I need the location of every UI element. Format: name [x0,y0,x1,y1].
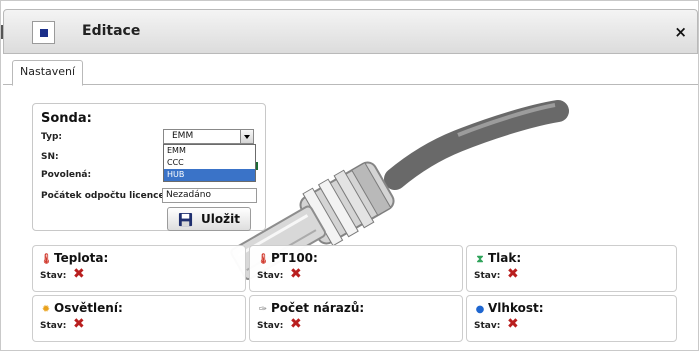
license-start-label: Počátek odpočtu licence: [41,191,169,201]
edit-dialog: Editace × Nastavení Sonda: Typ: EMM EMM … [0,0,699,351]
sensor-title: ✑ Počet nárazů: [258,301,365,315]
sensor-state-label: Stav: [40,321,67,331]
type-select[interactable]: EMM [163,129,254,144]
sensor-state-label: Stav: [474,321,501,331]
allowed-label: Povolená: [41,170,92,180]
probe-title: Sonda: [41,111,92,126]
dialog-title: Editace [82,23,141,39]
probe-panel: Sonda: Typ: EMM EMM CCC HUB SN: Povolená… [32,103,266,231]
sensor-title: ● Vlhkost: [475,301,544,315]
type-options-list[interactable]: EMM CCC HUB [163,144,256,182]
sensor-state-label: Stav: [40,271,67,281]
serial-number-label: SN: [41,152,59,162]
type-option-ccc[interactable]: CCC [164,157,255,169]
type-option-emm[interactable]: EMM [164,145,255,157]
sensor-lighting: ✹ Osvětlení: Stav: ✖ [32,295,246,342]
sensor-state-label: Stav: [257,321,284,331]
sensor-humidity: ● Vlhkost: Stav: ✖ [466,295,677,342]
tab-bar: Nastavení [3,54,698,86]
window-icon [32,21,55,44]
sensor-title: ⧗ Tlak: [474,251,521,265]
sensor-temperature: 🌡Teplota: Stav: ✖ [32,245,246,292]
status-inactive-icon: ✖ [73,316,85,332]
floppy-disk-icon [178,212,193,227]
save-button-label: Uložit [201,212,240,226]
status-inactive-icon: ✖ [507,266,519,282]
sensor-state-label: Stav: [257,271,284,281]
sensor-title: 🌡Teplota: [40,251,109,265]
thermometer-icon: 🌡 [257,254,270,265]
sensor-pt100: 🌡PT100: Stav: ✖ [249,245,463,292]
impact-icon: ✑ [258,304,268,315]
sun-icon: ✹ [41,304,51,315]
thermometer-icon: 🌡 [40,254,53,265]
humidity-drop-icon: ● [475,304,485,315]
tab-settings[interactable]: Nastavení [12,60,84,86]
status-inactive-icon: ✖ [290,266,302,282]
type-label: Typ: [41,132,62,142]
sensor-title: ✹ Osvětlení: [41,301,123,315]
pressure-icon: ⧗ [476,254,484,265]
sensor-pressure: ⧗ Tlak: Stav: ✖ [466,245,677,292]
save-button[interactable]: Uložit [167,207,251,231]
chevron-down-icon[interactable] [240,130,253,143]
settings-content: Sonda: Typ: EMM EMM CCC HUB SN: Povolená… [3,85,698,350]
status-inactive-icon: ✖ [507,316,519,332]
license-start-input[interactable]: Nezadáno [162,188,257,203]
sensor-title: 🌡PT100: [257,251,318,265]
dialog-titlebar: Editace × [3,9,698,54]
type-select-value: EMM [172,131,194,141]
status-inactive-icon: ✖ [290,316,302,332]
status-inactive-icon: ✖ [73,266,85,282]
sensor-impact-count: ✑ Počet nárazů: Stav: ✖ [249,295,463,342]
type-option-hub[interactable]: HUB [164,169,255,181]
sensor-state-label: Stav: [474,271,501,281]
close-icon[interactable]: × [674,25,687,40]
